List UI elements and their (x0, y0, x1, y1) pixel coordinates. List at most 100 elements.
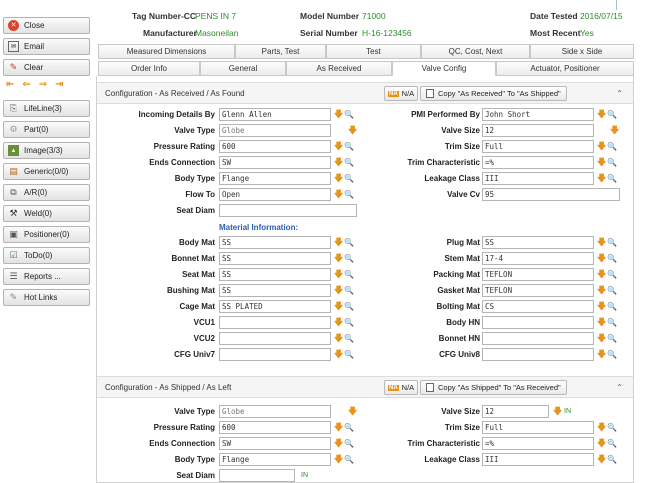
search-icon[interactable]: 🔍 (607, 332, 617, 345)
sidebar-item-weld[interactable]: ⚒ Weld(0) (3, 205, 90, 222)
last-record-icon[interactable]: ⇥ (55, 79, 63, 90)
search-icon[interactable]: 🔍 (344, 284, 354, 297)
stem-mat-input[interactable]: 17-4 (482, 252, 594, 265)
first-record-icon[interactable]: ⇤ (6, 79, 14, 90)
collapse-icon[interactable]: ⌃ (616, 383, 623, 392)
previous-record-icon[interactable]: ⇐ (22, 79, 30, 90)
body-mat-input[interactable]: SS (219, 236, 331, 249)
search-icon[interactable]: 🔍 (344, 252, 354, 265)
search-icon[interactable]: 🔍 (344, 172, 354, 185)
shipped-trim-size-input[interactable]: Full (482, 421, 594, 434)
bushing-mat-input[interactable]: SS (219, 284, 331, 297)
search-icon[interactable]: 🔍 (344, 316, 354, 329)
dropdown-arrow-icon[interactable]: 🡇 (610, 124, 619, 137)
next-record-icon[interactable]: ⇒ (39, 79, 47, 90)
search-icon[interactable]: 🔍 (607, 300, 617, 313)
dropdown-arrow-icon[interactable]: 🡇 (334, 284, 343, 297)
shipped-seat-diam-input[interactable] (219, 469, 295, 482)
dropdown-arrow-icon[interactable]: 🡇 (334, 453, 343, 466)
shipped-ends-connection-input[interactable]: SW (219, 437, 331, 450)
clear-button[interactable]: ✎ Clear (3, 59, 90, 76)
bonnet-hn-input[interactable] (482, 332, 594, 345)
sidebar-item-image[interactable]: ▲ Image(3/3) (3, 142, 90, 159)
tab-parts-test[interactable]: Parts, Test (235, 44, 326, 59)
flow-to-input[interactable]: Open (219, 188, 331, 201)
search-icon[interactable]: 🔍 (344, 156, 354, 169)
shipped-valve-type-input[interactable]: Globe (219, 405, 331, 418)
dropdown-arrow-icon[interactable]: 🡇 (597, 284, 606, 297)
bolting-mat-input[interactable]: CS (482, 300, 594, 313)
sidebar-item-lifeline[interactable]: ⎘ LifeLine(3) (3, 100, 90, 117)
dropdown-arrow-icon[interactable]: 🡇 (597, 236, 606, 249)
search-icon[interactable]: 🔍 (344, 437, 354, 450)
search-icon[interactable]: 🔍 (607, 252, 617, 265)
tab-valve-config[interactable]: Valve Config (392, 61, 496, 76)
shipped-trim-characteristic-input[interactable]: =% (482, 437, 594, 450)
seat-diam-input[interactable] (219, 204, 357, 217)
dropdown-arrow-icon[interactable]: 🡇 (597, 172, 606, 185)
dropdown-arrow-icon[interactable]: 🡇 (597, 348, 606, 361)
search-icon[interactable]: 🔍 (607, 172, 617, 185)
dropdown-arrow-icon[interactable]: 🡇 (597, 421, 606, 434)
tab-order-info[interactable]: Order Info (98, 61, 200, 76)
dropdown-arrow-icon[interactable]: 🡇 (348, 124, 357, 137)
dropdown-arrow-icon[interactable]: 🡇 (597, 332, 606, 345)
dropdown-arrow-icon[interactable]: 🡇 (334, 140, 343, 153)
tab-side-x-side[interactable]: Side x Side (530, 44, 634, 59)
dropdown-arrow-icon[interactable]: 🡇 (348, 405, 357, 418)
dropdown-arrow-icon[interactable]: 🡇 (597, 268, 606, 281)
search-icon[interactable]: 🔍 (607, 236, 617, 249)
trim-characteristic-input[interactable]: =% (482, 156, 594, 169)
search-icon[interactable]: 🔍 (344, 453, 354, 466)
tab-actuator-positioner[interactable]: Actuator, Positioner (496, 61, 634, 76)
collapse-icon[interactable]: ⌃ (616, 89, 623, 98)
tab-qc-cost-next[interactable]: QC, Cost, Next (421, 44, 530, 59)
dropdown-arrow-icon[interactable]: 🡇 (334, 300, 343, 313)
search-icon[interactable]: 🔍 (607, 421, 617, 434)
tab-test[interactable]: Test (326, 44, 421, 59)
dropdown-arrow-icon[interactable]: 🡇 (334, 316, 343, 329)
search-icon[interactable]: 🔍 (344, 421, 354, 434)
search-icon[interactable]: 🔍 (344, 268, 354, 281)
search-icon[interactable]: 🔍 (344, 300, 354, 313)
close-button[interactable]: ✕ Close (3, 17, 90, 34)
dropdown-arrow-icon[interactable]: 🡇 (334, 252, 343, 265)
sidebar-item-positioner[interactable]: ▣ Positioner(0) (3, 226, 90, 243)
search-icon[interactable]: 🔍 (344, 140, 354, 153)
valve-cv-input[interactable]: 95 (482, 188, 620, 201)
dropdown-arrow-icon[interactable]: 🡇 (597, 316, 606, 329)
dropdown-arrow-icon[interactable]: 🡇 (597, 108, 606, 121)
sidebar-item-todo[interactable]: ☑ ToDo(0) (3, 247, 90, 264)
cfg-univ8-input[interactable] (482, 348, 594, 361)
cage-mat-input[interactable]: SS PLATED (219, 300, 331, 313)
sidebar-item-reports[interactable]: ☰ Reports ... (3, 268, 90, 285)
dropdown-arrow-icon[interactable]: 🡇 (553, 405, 562, 418)
dropdown-arrow-icon[interactable]: 🡇 (597, 140, 606, 153)
pmi-performed-by-input[interactable]: John Short (482, 108, 594, 121)
body-type-input[interactable]: Flange (219, 172, 331, 185)
shipped-body-type-input[interactable]: Flange (219, 453, 331, 466)
packing-mat-input[interactable]: TEFLON (482, 268, 594, 281)
search-icon[interactable]: 🔍 (344, 188, 354, 201)
dropdown-arrow-icon[interactable]: 🡇 (334, 421, 343, 434)
dropdown-arrow-icon[interactable]: 🡇 (597, 252, 606, 265)
tab-as-received[interactable]: As Received (286, 61, 392, 76)
sidebar-item-hotlinks[interactable]: ✎ Hot Links (3, 289, 90, 306)
email-button[interactable]: ✉ Email (3, 38, 90, 55)
na-button[interactable]: NA N/A (384, 380, 418, 395)
search-icon[interactable]: 🔍 (607, 156, 617, 169)
search-icon[interactable]: 🔍 (607, 268, 617, 281)
dropdown-arrow-icon[interactable]: 🡇 (597, 453, 606, 466)
sidebar-item-part[interactable]: ⚙ Part(0) (3, 121, 90, 138)
search-icon[interactable]: 🔍 (344, 332, 354, 345)
dropdown-arrow-icon[interactable]: 🡇 (334, 108, 343, 121)
search-icon[interactable]: 🔍 (607, 437, 617, 450)
seat-mat-input[interactable]: SS (219, 268, 331, 281)
dropdown-arrow-icon[interactable]: 🡇 (597, 300, 606, 313)
shipped-leakage-class-input[interactable]: III (482, 453, 594, 466)
search-icon[interactable]: 🔍 (607, 284, 617, 297)
leakage-class-input[interactable]: III (482, 172, 594, 185)
gasket-mat-input[interactable]: TEFLON (482, 284, 594, 297)
copy-shipped-to-received-button[interactable]: Copy "As Shipped" To "As Received" (420, 380, 567, 395)
dropdown-arrow-icon[interactable]: 🡇 (334, 236, 343, 249)
